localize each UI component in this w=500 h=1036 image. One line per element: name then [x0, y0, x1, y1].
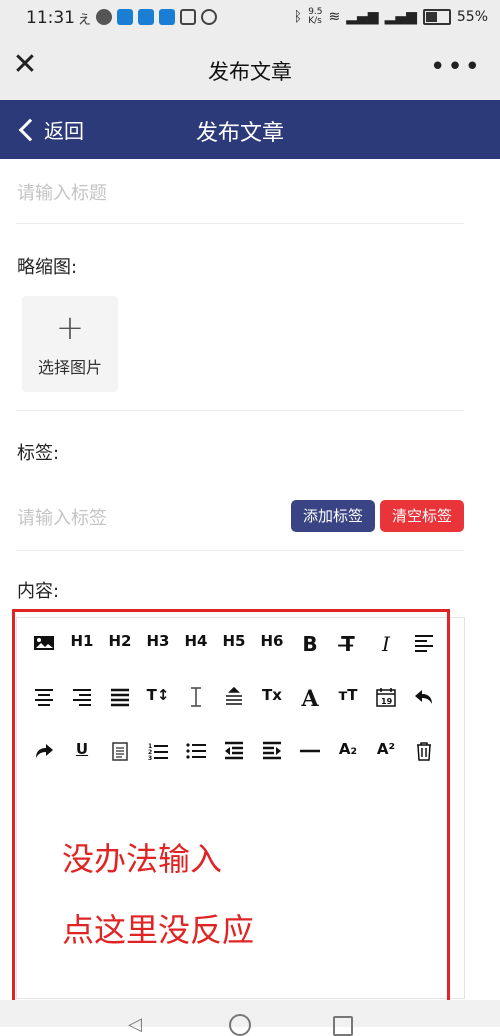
plus-icon: +: [55, 308, 85, 348]
select-image-button[interactable]: + 选择图片: [22, 296, 118, 392]
recents-nav-icon[interactable]: [333, 1016, 353, 1036]
bluetooth-icon: ᛒ: [293, 9, 303, 25]
page-title: 发布文章: [208, 60, 292, 84]
app-icon: [117, 9, 134, 25]
wifi-icon: ≋: [328, 9, 341, 25]
nfc-icon: [180, 9, 197, 25]
input-icon: え: [78, 13, 92, 28]
alarm-icon: [201, 9, 218, 25]
chat-icon: [96, 9, 113, 25]
signal-4g-icon: ▂▄▆: [346, 9, 379, 25]
net-speed: 9.5 K/s: [308, 7, 323, 26]
home-nav-icon[interactable]: [229, 1014, 251, 1036]
signal-4g-icon: ▂▄▆: [384, 9, 417, 25]
thumbnail-label: 略缩图:: [17, 257, 78, 278]
divider: [16, 223, 464, 224]
status-time: 11:31: [26, 8, 75, 28]
status-bar: 11:31 え ᛒ 9.5 K/s ≋ ▂▄▆ ▂▄▆ 55%: [0, 0, 500, 38]
system-nav-bar: ◁: [0, 1000, 500, 1036]
wechat-title-bar: ✕ 发布文章 •••: [0, 38, 500, 100]
annotation-text: 没办法输入: [62, 840, 223, 878]
tags-label: 标签:: [17, 443, 60, 464]
status-right: ᛒ 9.5 K/s ≋ ▂▄▆ ▂▄▆ 55%: [294, 8, 488, 26]
more-icon[interactable]: •••: [430, 52, 482, 82]
app-nav-bar: 返回 发布文章: [0, 100, 500, 159]
divider: [16, 410, 464, 411]
cloud-icon: [159, 9, 176, 25]
battery-percent: 55%: [456, 9, 488, 25]
content-label: 内容:: [17, 581, 60, 602]
notification-icons: え: [78, 9, 218, 28]
title-input[interactable]: 请输入标题: [17, 179, 107, 205]
tag-input[interactable]: 请输入标签: [17, 504, 107, 530]
divider: [16, 550, 464, 551]
battery-icon: [422, 9, 451, 25]
nav-title: 发布文章: [195, 121, 284, 146]
add-tag-button[interactable]: 添加标签: [291, 500, 375, 532]
annotation-text: 点这里没反应: [62, 911, 255, 949]
back-nav-icon[interactable]: ◁: [128, 1014, 142, 1035]
clear-tags-button[interactable]: 清空标签: [380, 500, 464, 532]
select-image-label: 选择图片: [37, 358, 102, 377]
app-icon: [138, 9, 155, 25]
